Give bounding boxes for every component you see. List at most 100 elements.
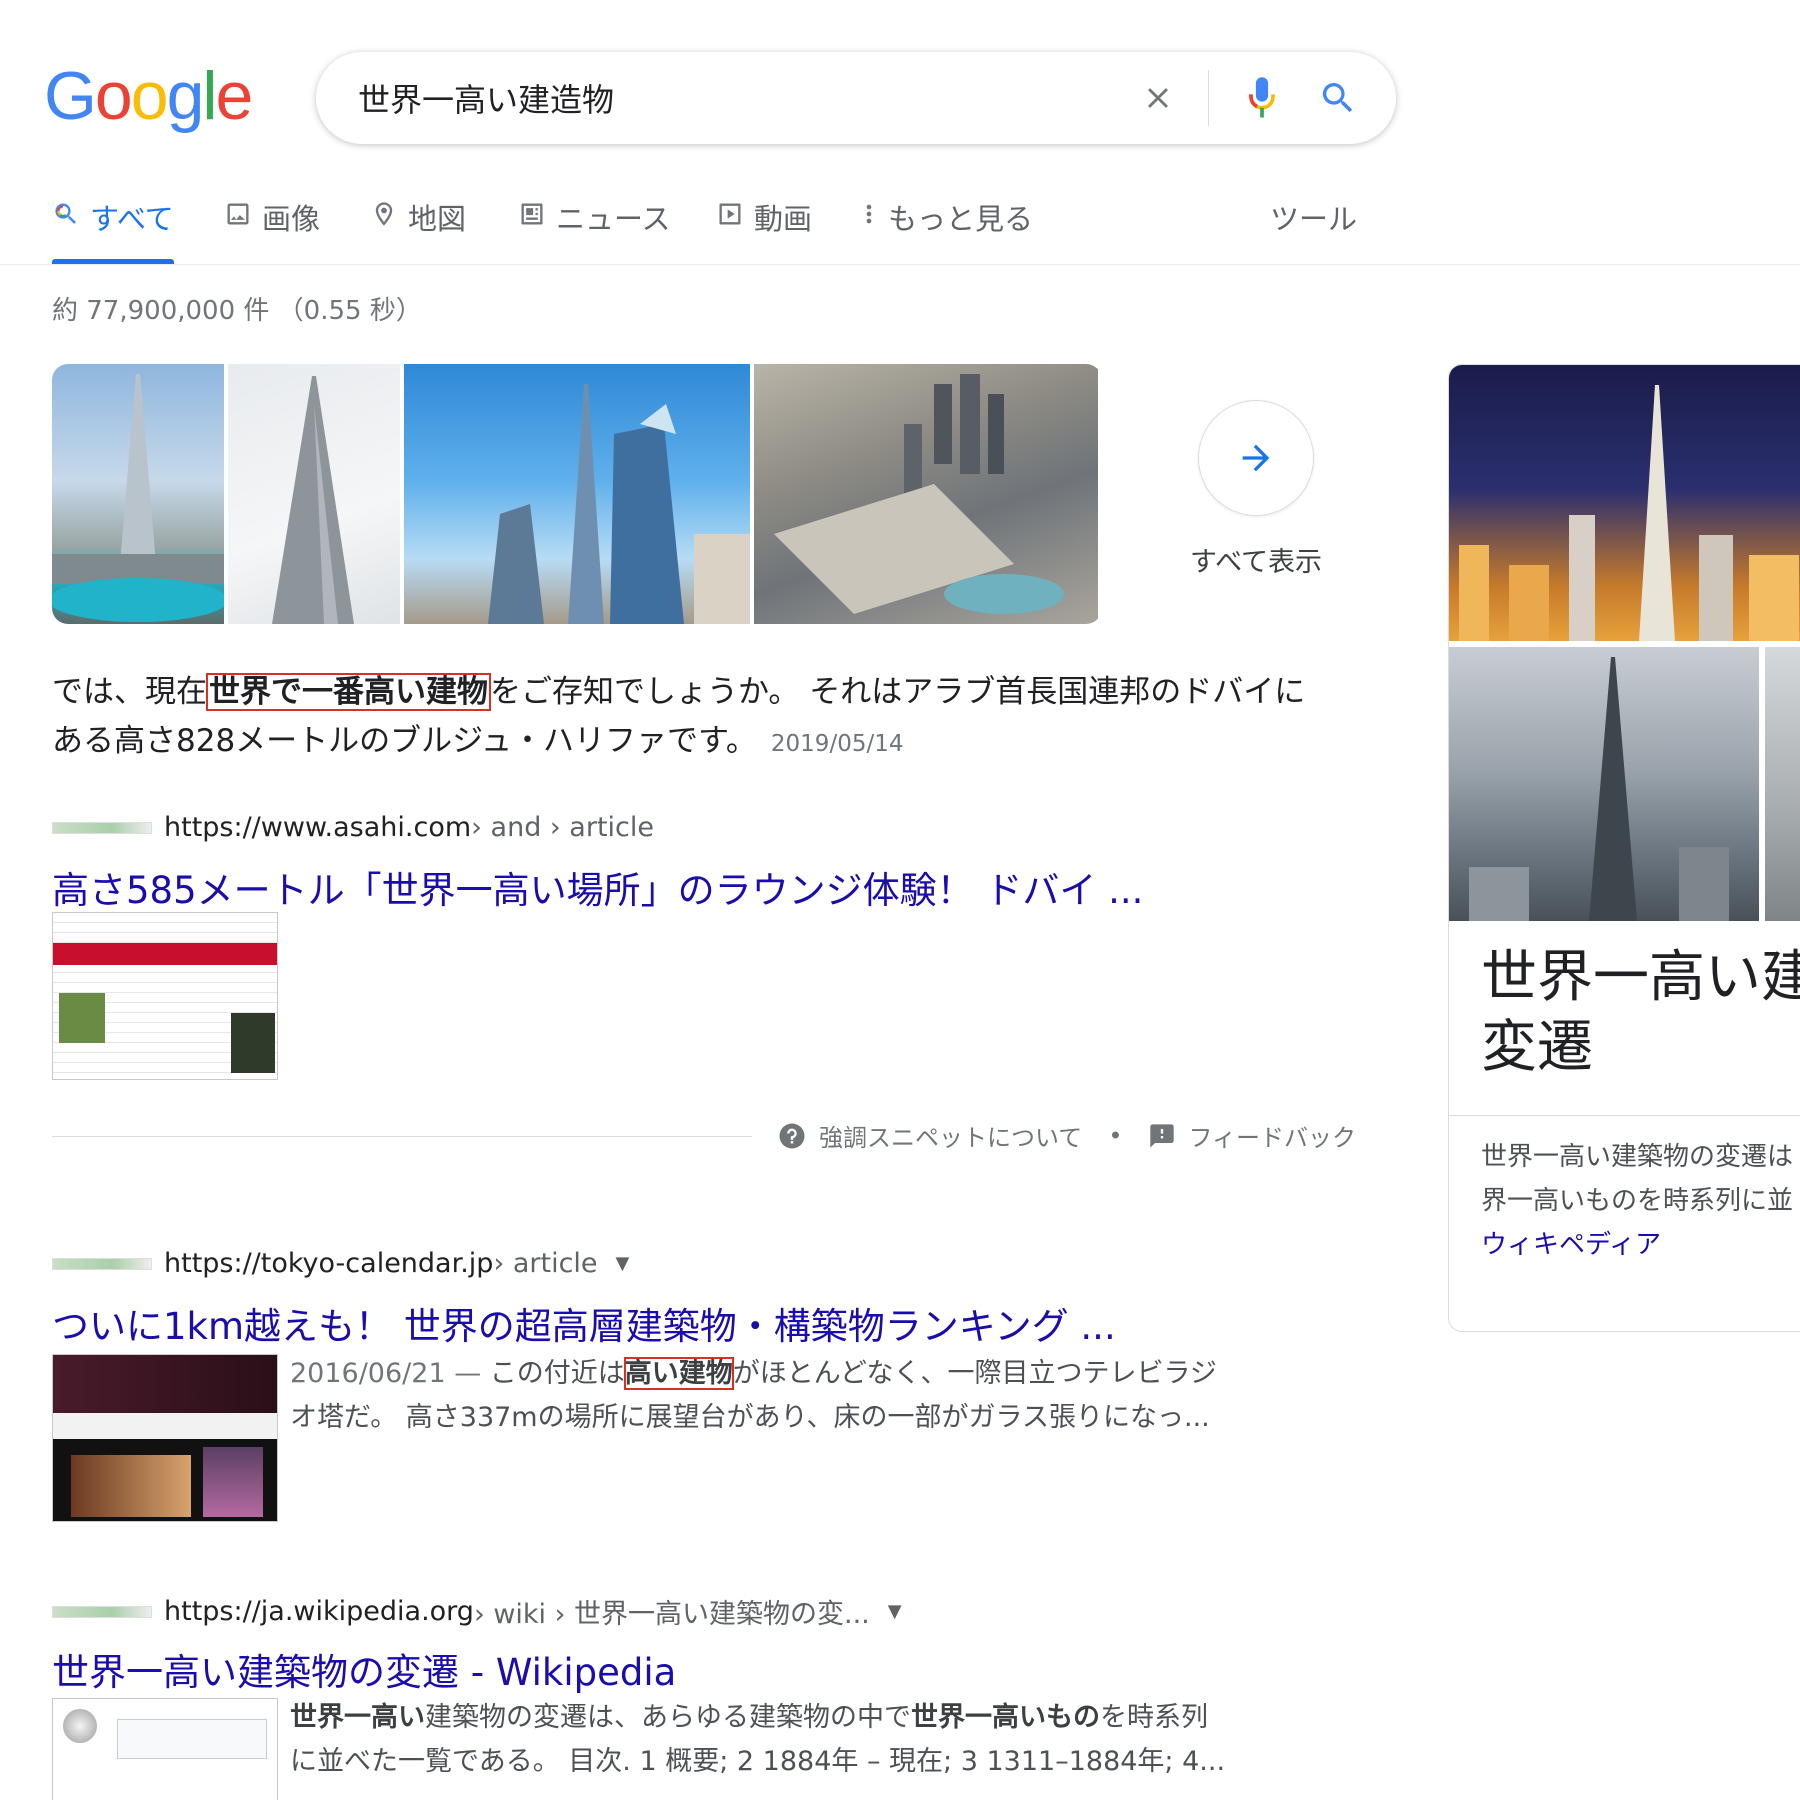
panel-desc-line: 界一高いものを時系列に並 [1481, 1186, 1794, 1216]
help-icon [779, 1123, 805, 1148]
tab-label: ニュース [556, 202, 671, 236]
snippet-date: 2019/05/14 [770, 731, 904, 757]
feedback-label: フィードバック [1188, 1124, 1356, 1152]
logo-letter: o [130, 58, 169, 134]
site-favicon [52, 1605, 152, 1618]
logo-letter: G [44, 58, 97, 134]
see-all-images[interactable]: すべて表示 [1186, 400, 1326, 579]
logo-letter: l [202, 58, 217, 134]
tools-button[interactable]: ツール [1270, 196, 1357, 264]
panel-image[interactable] [1449, 647, 1759, 921]
news-icon [521, 203, 543, 225]
snippet-footer: 強調スニペットについて • フィードバック [52, 1118, 1356, 1158]
desc-text: この付近は [489, 1358, 625, 1389]
result-domain: https://tokyo-calendar.jp [164, 1248, 494, 1279]
panel-divider [1449, 1115, 1800, 1116]
result-thumbnail[interactable] [52, 1354, 278, 1522]
desc-text: に並べた一覧である。 目次. 1 概要; 2 1884年 – 現在; 3 131… [290, 1746, 1226, 1777]
panel-title-line: 変遷 [1481, 1015, 1593, 1080]
image-icon [227, 203, 249, 225]
tabs-divider [0, 264, 1800, 265]
panel-title: 世界一高い建 変遷 [1481, 943, 1800, 1083]
result-description: 世界一高い建築物の変遷は、あらゆる建築物の中で世界一高いものを時系列 に並べた一… [290, 1696, 1250, 1784]
see-all-label: すべて表示 [1189, 547, 1323, 578]
search-icon [55, 203, 76, 224]
snippet-highlight: 世界で一番高い建物 [206, 673, 491, 711]
caret-down-icon[interactable]: ▼ [616, 1253, 630, 1274]
panel-image[interactable] [1765, 647, 1800, 921]
desc-text: がほとんどなく、一際目立つテレビラジ [732, 1358, 1217, 1389]
tab-label: 動画 [754, 202, 813, 236]
desc-text: 建築物の変遷は、あらゆる建築物の中で [425, 1702, 911, 1733]
tools-label: ツール [1270, 202, 1358, 236]
panel-image[interactable] [1449, 365, 1800, 641]
snippet-text: では、現在 [52, 674, 207, 710]
tab-videos[interactable]: 動画 [716, 196, 812, 264]
result-thumbnail[interactable] [52, 912, 278, 1080]
arrow-right-icon [1198, 400, 1314, 516]
desc-text: オ塔だ。 高さ337mの場所に展望台があり、床の一部がガラス張りになっ... [290, 1402, 1210, 1433]
search-icon[interactable] [1312, 72, 1364, 124]
image-thumbnail[interactable] [52, 364, 224, 624]
result-title[interactable]: 高さ585メートル「世界一高い場所」のラウンジ体験！ ドバイ ... [52, 860, 1143, 914]
image-thumbnail[interactable] [228, 364, 400, 624]
tab-all[interactable]: すべて [52, 196, 174, 264]
result-path: › and › article [471, 812, 654, 843]
result-path: › article [493, 1248, 598, 1279]
tab-label: もっと見る [888, 202, 1034, 236]
logo-letter: g [166, 58, 205, 134]
result-description: 2016/06/21 — この付近は高い建物がほとんどなく、一際目立つテレビラジ… [290, 1352, 1250, 1440]
search-divider [1208, 70, 1209, 126]
divider [52, 1136, 752, 1137]
feedback-icon [1150, 1123, 1175, 1148]
panel-desc-line: 世界一高い建築物の変遷は [1481, 1142, 1794, 1172]
tab-label: すべて [90, 202, 174, 236]
search-box [316, 52, 1396, 144]
search-input[interactable] [358, 74, 1058, 122]
video-icon [719, 203, 741, 225]
featured-snippet: では、現在世界で一番高い建物をご存知でしょうか。 それはアラブ首長国連邦のドバイ… [52, 668, 1352, 769]
separator-dot: • [1108, 1121, 1123, 1150]
site-favicon [52, 821, 152, 834]
result-path: › wiki › 世界一高い建築物の変... [473, 1599, 870, 1630]
image-strip [52, 364, 1102, 624]
knowledge-panel: 世界一高い建 変遷 世界一高い建築物の変遷は 界一高いものを時系列に並 ウィキペ… [1448, 364, 1800, 1332]
feedback-link[interactable]: フィードバック [1148, 1118, 1356, 1153]
image-thumbnail[interactable] [754, 364, 1098, 624]
tab-maps[interactable]: 地図 [370, 196, 466, 264]
snippet-text: ある高さ828メートルのブルジュ・ハリファです。 [52, 723, 757, 759]
about-snippet-link[interactable]: 強調スニペットについて [777, 1118, 1082, 1153]
result-domain: https://ja.wikipedia.org [164, 1596, 474, 1627]
tab-label: 画像 [262, 202, 321, 236]
result-cite[interactable]: https://ja.wikipedia.org › wiki › 世界一高い建… [52, 1592, 902, 1631]
google-logo[interactable]: Google [44, 58, 254, 134]
more-vert-icon [866, 204, 872, 224]
result-cite[interactable]: https://www.asahi.com › and › article [52, 812, 654, 843]
result-title[interactable]: 世界一高い建築物の変遷 - Wikipedia [52, 1642, 676, 1696]
map-pin-icon [375, 202, 393, 226]
caret-down-icon[interactable]: ▼ [888, 1601, 902, 1622]
desc-highlight: 高い建物 [623, 1357, 734, 1390]
clear-icon[interactable] [1134, 74, 1182, 122]
desc-bold: 世界一高い [290, 1702, 425, 1733]
about-snippet-label: 強調スニペットについて [819, 1124, 1083, 1152]
result-stats: 約 77,900,000 件 （0.55 秒） [52, 296, 422, 326]
tab-news[interactable]: ニュース [518, 196, 671, 264]
logo-letter: o [94, 58, 133, 134]
panel-source-link[interactable]: ウィキペディア [1481, 1230, 1661, 1260]
desc-text: を時系列 [1100, 1702, 1208, 1733]
microphone-icon[interactable] [1236, 72, 1288, 124]
result-domain: https://www.asahi.com [164, 812, 472, 843]
panel-title-line: 世界一高い建 [1481, 945, 1800, 1010]
site-favicon [52, 1257, 152, 1270]
snippet-text: をご存知でしょうか。 それはアラブ首長国連邦のドバイに [490, 674, 1306, 710]
image-thumbnail[interactable] [404, 364, 750, 624]
panel-description: 世界一高い建築物の変遷は 界一高いものを時系列に並 ウィキペディア [1481, 1135, 1800, 1267]
result-title[interactable]: ついに1km越えも！ 世界の超高層建築物・構築物ランキング ... [52, 1296, 1116, 1350]
desc-bold: 世界一高いもの [911, 1702, 1100, 1733]
tab-more[interactable]: もっと見る [860, 196, 1033, 264]
result-cite[interactable]: https://tokyo-calendar.jp › article ▼ [52, 1248, 629, 1279]
logo-letter: e [215, 58, 254, 134]
result-thumbnail[interactable] [52, 1698, 278, 1800]
tab-images[interactable]: 画像 [224, 196, 320, 264]
